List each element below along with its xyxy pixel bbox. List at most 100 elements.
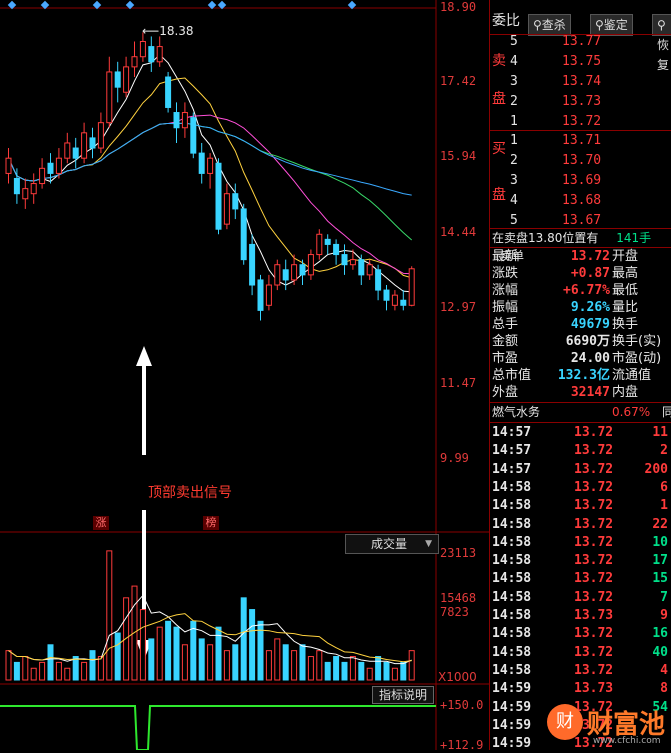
level-number: 1 — [510, 114, 518, 129]
tick-price: 13.72 — [574, 589, 614, 605]
sell-level-row[interactable]: 1 13.72 — [510, 113, 670, 131]
sector-row[interactable]: 燃气水务 0.67% 同 — [492, 403, 671, 421]
volume-bar — [333, 656, 340, 681]
kline-chart-panel[interactable]: ⟵18.38 18.90 17.42 15.94 14.44 12.97 11.… — [0, 0, 489, 752]
quote-label: 外盘 — [492, 385, 519, 400]
sell-price: 13.75 — [562, 54, 602, 69]
volume-bar — [274, 638, 281, 681]
sell-level-row[interactable]: 2 13.73 — [510, 93, 670, 111]
tick-time: 14:59 — [492, 717, 532, 733]
level-number: 2 — [510, 94, 518, 109]
candle-body — [291, 264, 298, 281]
buy-level-row[interactable]: 3 13.69 — [510, 172, 670, 190]
volume-bar — [139, 609, 146, 681]
price-tick: 12.97 — [440, 300, 477, 314]
tick-row: 14:58 13.72 15 — [492, 570, 671, 588]
tick-row: 14:57 13.72 2 — [492, 442, 671, 460]
buy-level-row[interactable]: 4 13.68 — [510, 192, 670, 210]
tick-row: 14:57 13.72 200 — [492, 461, 671, 479]
sell-level-row[interactable]: 3 13.74 — [510, 73, 670, 91]
volume-bar — [39, 661, 46, 681]
quote-label-right: 换手 — [612, 317, 639, 332]
tick-row: 14:59 13.73 8 — [492, 680, 671, 698]
volume-bar — [114, 632, 121, 681]
tick-time: 14:57 — [492, 461, 532, 477]
quote-label-right: 内盘 — [612, 385, 639, 400]
price-tick: 9.99 — [440, 451, 469, 465]
tick-row: 14:58 13.72 6 — [492, 479, 671, 497]
tick-price: 13.72 — [574, 443, 614, 459]
tick-volume: 200 — [644, 461, 668, 477]
tick-row: 14:58 13.72 10 — [492, 534, 671, 552]
tick-time: 14:58 — [492, 571, 532, 587]
quote-row: 涨跌 +0.87 最高 — [492, 265, 671, 283]
tick-row: 14:58 13.72 1 — [492, 497, 671, 515]
watermark-logo: 财 财富池 www.cfchi.com — [545, 700, 671, 750]
volume-bar — [408, 650, 415, 681]
tick-volume: 10 — [652, 534, 668, 550]
candle-body — [47, 162, 54, 174]
candle-body — [131, 56, 138, 68]
buy-side-label: 买 — [492, 141, 506, 157]
volume-bar — [207, 644, 214, 681]
candle-body — [324, 238, 331, 245]
candle-body — [97, 122, 104, 149]
kline-chart[interactable] — [0, 0, 489, 750]
order-status-line: 在卖盘13.80位置有 141手 卖单 — [492, 231, 652, 263]
volume-bar — [223, 650, 230, 681]
volume-dropdown-label: 成交量 — [371, 537, 408, 551]
tick-price: 13.73 — [574, 681, 614, 697]
candle-body — [72, 147, 79, 159]
quote-row: 振幅 9.26% 量比 — [492, 299, 671, 317]
volume-bar — [148, 638, 155, 681]
indicator-help-button[interactable]: 指标说明 — [372, 686, 434, 704]
candle-body — [148, 46, 155, 63]
candle-body — [299, 264, 306, 276]
level-number: 5 — [510, 34, 518, 49]
tick-time: 14:59 — [492, 699, 532, 715]
tick-time: 14:58 — [492, 479, 532, 495]
sell-level-row[interactable]: 4 13.75 — [510, 53, 670, 71]
limit-up-tag[interactable]: 涨 — [93, 516, 109, 530]
volume-bar — [30, 667, 37, 681]
tick-time: 14:58 — [492, 662, 532, 678]
volume-bar — [299, 644, 306, 681]
candle-body — [39, 167, 46, 185]
buy-price: 13.68 — [562, 193, 602, 208]
candle-body — [240, 208, 247, 261]
tick-time: 14:58 — [492, 553, 532, 569]
tick-time: 14:58 — [492, 589, 532, 605]
brand-logo-icon: 财 — [547, 704, 583, 740]
tick-price: 13.72 — [574, 553, 614, 569]
indicator-line — [0, 705, 436, 750]
level-number: 1 — [510, 133, 518, 148]
volume-unit: X1000 — [438, 670, 477, 684]
candle-body — [333, 243, 340, 256]
volume-bar — [316, 650, 323, 681]
candle-body — [64, 142, 71, 159]
quote-label: 振幅 — [492, 300, 519, 315]
level-number: 3 — [510, 74, 518, 89]
candle-body — [383, 289, 390, 301]
watermark-url: www.cfchi.com — [593, 736, 661, 746]
quote-label: 金额 — [492, 334, 519, 349]
candle-body — [408, 268, 415, 306]
volume-bar — [400, 661, 407, 681]
volume-bar — [307, 656, 314, 681]
volume-indicator-dropdown[interactable]: 成交量 ▼ — [345, 534, 439, 554]
quote-row: 最新 13.72 开盘 — [492, 248, 671, 266]
tick-price: 13.72 — [574, 461, 614, 477]
ma20-line — [8, 114, 412, 275]
candle-body — [265, 284, 272, 306]
candle-body — [341, 254, 348, 266]
buy-level-row[interactable]: 1 13.71 — [510, 132, 670, 150]
volume-bar — [97, 656, 104, 681]
buy-level-row[interactable]: 2 13.70 — [510, 152, 670, 170]
tick-price: 13.72 — [574, 516, 614, 532]
tick-time: 14:59 — [492, 681, 532, 697]
sell-level-row[interactable]: 5 13.77 — [510, 33, 670, 51]
volume-bar — [13, 661, 20, 681]
level-number: 3 — [510, 173, 518, 188]
volume-bar — [341, 661, 348, 681]
ranking-tag[interactable]: 榜 — [203, 516, 219, 530]
